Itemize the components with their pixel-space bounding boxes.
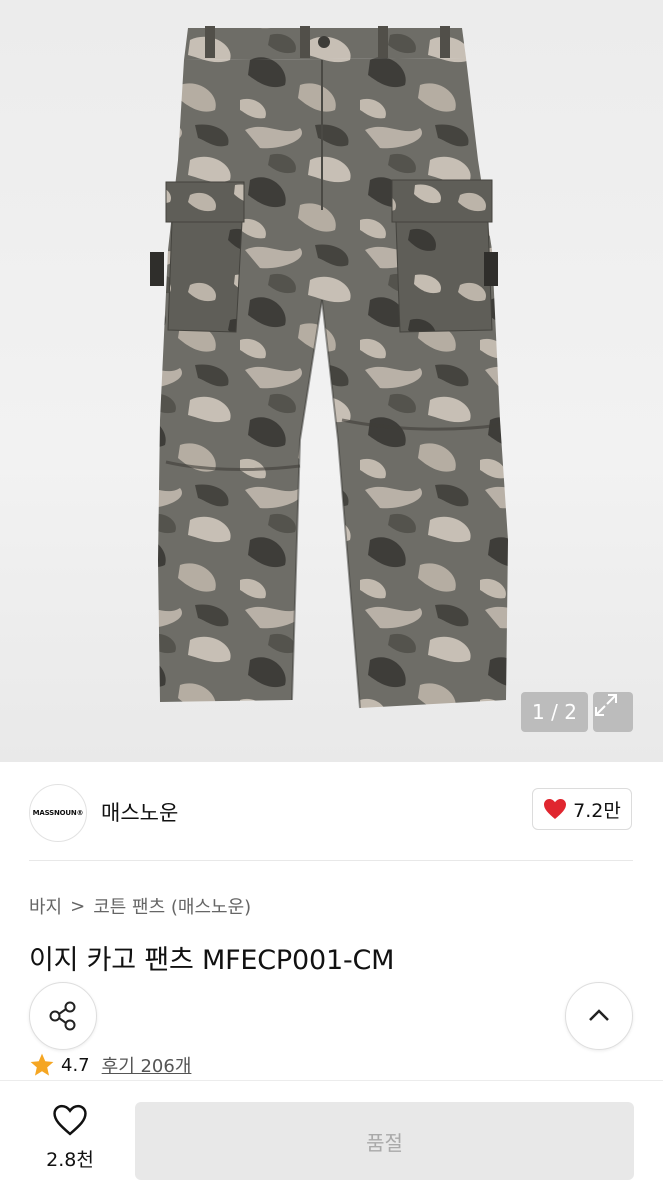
scroll-top-button[interactable] [565, 982, 633, 1050]
chevron-up-icon [589, 1009, 609, 1021]
divider [29, 860, 633, 861]
brand-like-button[interactable]: 7.2만 [532, 788, 632, 830]
soldout-button[interactable]: 품절 [135, 1102, 634, 1180]
expand-icon [595, 694, 617, 716]
bottom-bar: 2.8천 품절 [0, 1080, 663, 1201]
breadcrumb-subcategory[interactable]: 코튼 팬츠 (매스노운) [93, 893, 251, 919]
rating-row: 4.7 후기 206개 [29, 1052, 191, 1078]
image-counter: 1 / 2 [521, 692, 588, 732]
review-link[interactable]: 후기 206개 [102, 1052, 192, 1078]
brand-row[interactable]: MASSNOUN® 매스노운 7.2만 [0, 762, 663, 862]
heart-outline-icon [53, 1104, 87, 1136]
product-title: 이지 카고 팬츠 MFECP001-CM [29, 945, 395, 976]
star-icon [30, 1053, 54, 1076]
breadcrumb: 바지 > 코튼 팬츠 (매스노운) [29, 893, 251, 919]
share-icon [49, 1001, 76, 1031]
product-image [150, 26, 508, 709]
share-button[interactable] [29, 982, 97, 1050]
brand-like-count: 7.2만 [573, 799, 621, 822]
chevron-right-icon: > [70, 895, 86, 917]
brand-logo[interactable]: MASSNOUN® [29, 784, 87, 842]
product-image-gallery[interactable]: 1 / 2 [0, 0, 663, 762]
wishlist-count: 2.8천 [46, 1149, 94, 1171]
expand-button[interactable] [593, 692, 633, 732]
rating-value: 4.7 [61, 1054, 90, 1076]
wishlist-button[interactable]: 2.8천 [30, 1103, 110, 1172]
breadcrumb-category[interactable]: 바지 [29, 893, 62, 919]
brand-name[interactable]: 매스노운 [101, 797, 178, 827]
heart-icon [544, 799, 567, 819]
